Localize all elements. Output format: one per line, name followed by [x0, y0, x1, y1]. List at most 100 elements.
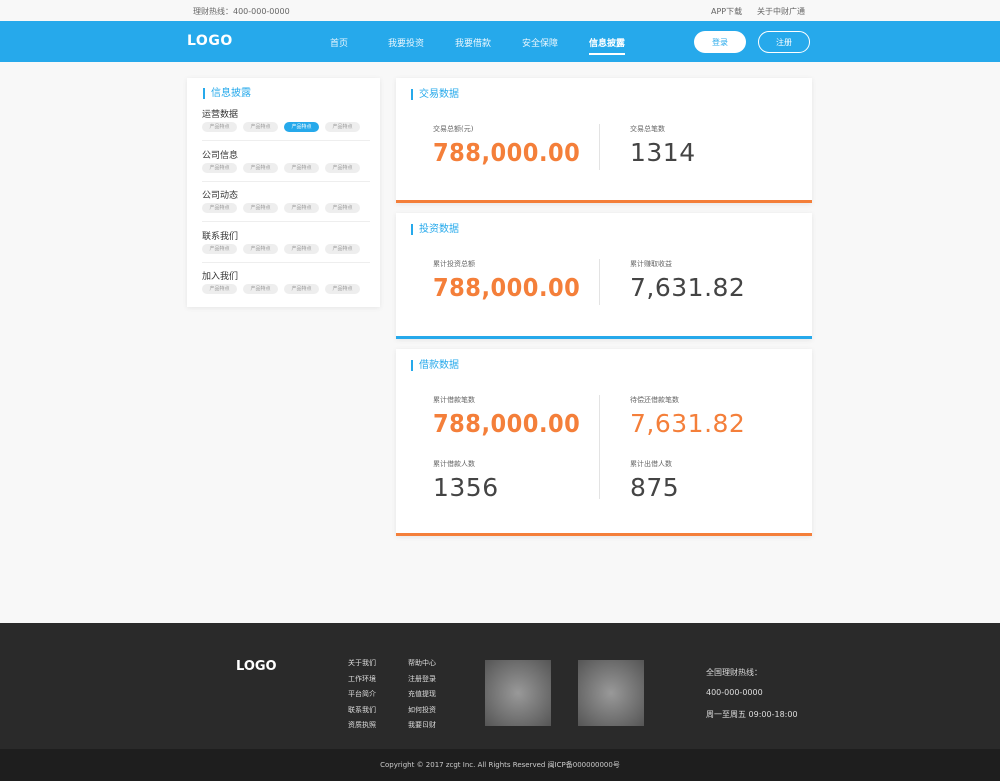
sidebar-group-join: 加入我们 产品特点 产品特点 产品特点 产品特点	[202, 269, 370, 294]
card-title: 交易数据	[411, 89, 459, 100]
stat-value: 788,000.00	[433, 409, 581, 438]
tag-chip[interactable]: 产品特点	[243, 163, 278, 173]
tag-chip[interactable]: 产品特点	[202, 203, 237, 213]
group-title[interactable]: 运营数据	[202, 107, 370, 120]
tag-chip[interactable]: 产品特点	[284, 163, 319, 173]
nav-security[interactable]: 安全保障	[522, 36, 558, 49]
footer-link-finance[interactable]: 我要ㄖ财	[408, 720, 436, 730]
accent-bar	[396, 336, 812, 339]
nav-invest[interactable]: 我要投资	[388, 36, 424, 49]
tag-chip[interactable]: 产品特点	[325, 163, 360, 173]
sidebar-group-contact: 联系我们 产品特点 产品特点 产品特点 产品特点	[202, 229, 370, 254]
stat-borrower-count: 累计借款人数 1356	[433, 459, 499, 502]
nav-home[interactable]: 首页	[330, 36, 348, 49]
about-link[interactable]: 关于中财广通	[757, 6, 805, 17]
qr-code-image	[485, 660, 551, 726]
nav-disclosure[interactable]: 信息披露	[589, 36, 626, 55]
tag-chip[interactable]: 产品特点	[202, 284, 237, 294]
stat-invest-total: 累计投资总额 788,000.00	[433, 259, 580, 302]
stat-label: 交易总笔数	[630, 125, 665, 133]
tag-chip[interactable]: 产品特点	[243, 122, 278, 132]
divider	[599, 395, 600, 499]
footer: LOGO 关于我们 工作环境 平台简介 联系我们 资质执照 帮助中心 注册登录 …	[0, 623, 1000, 749]
footer-link-license[interactable]: 资质执照	[348, 720, 376, 730]
card-title: 投资数据	[411, 224, 459, 235]
footer-link-login[interactable]: 注册登录	[408, 674, 436, 684]
sidebar-group-company-info: 公司信息 产品特点 产品特点 产品特点 产品特点	[202, 148, 370, 173]
divider	[599, 124, 600, 170]
group-title[interactable]: 公司动态	[202, 188, 370, 201]
footer-link-how-invest[interactable]: 如何投资	[408, 705, 436, 715]
tag-chip[interactable]: 产品特点	[284, 203, 319, 213]
tag-chip[interactable]: 产品特点	[202, 122, 237, 132]
tag-chip[interactable]: 产品特点	[243, 244, 278, 254]
hotline-text: 理财热线：400-000-0000	[193, 7, 290, 16]
stat-value: 788,000.00	[433, 273, 581, 302]
stat-lender-count: 累计出借人数 875	[630, 459, 679, 502]
login-button[interactable]: 登录	[694, 31, 746, 53]
tag-chip[interactable]: 产品特点	[325, 244, 360, 254]
sidebar-group-company-news: 公司动态 产品特点 产品特点 产品特点 产品特点	[202, 188, 370, 213]
tag-chip[interactable]: 产品特点	[284, 284, 319, 294]
disclosure-sidebar: 信息披露 运营数据 产品特点 产品特点 产品特点 产品特点 公司信息 产品特点 …	[187, 78, 380, 307]
stat-value: 1314	[630, 138, 696, 167]
footer-logo[interactable]: LOGO	[236, 659, 277, 674]
tag-chip[interactable]: 产品特点	[325, 284, 360, 294]
tag-chip[interactable]: 产品特点	[325, 203, 360, 213]
logo[interactable]: LOGO	[187, 33, 233, 49]
tag-chip[interactable]: 产品特点	[325, 122, 360, 132]
stat-loan-outstanding: 待偿还借款笔数 7,631.82	[630, 395, 745, 438]
stat-loan-count: 累计借款笔数 788,000.00	[433, 395, 580, 438]
divider	[202, 221, 370, 222]
footer-link-about[interactable]: 关于我们	[348, 658, 376, 668]
trade-data-card: 交易数据 交易总额(元) 788,000.00 交易总笔数 1314	[396, 78, 812, 203]
footer-link-recharge[interactable]: 充值提现	[408, 689, 436, 699]
stat-label: 累计投资总额	[433, 260, 475, 268]
tag-chip[interactable]: 产品特点	[284, 244, 319, 254]
stat-trade-count: 交易总笔数 1314	[630, 124, 696, 167]
stat-value: 875	[630, 473, 680, 502]
app-download-link[interactable]: APP下载	[711, 6, 742, 17]
main-nav: LOGO 首页 我要投资 我要借款 安全保障 信息披露 登录 注册	[0, 21, 1000, 62]
stat-value: 7,631.82	[630, 409, 746, 438]
divider	[599, 259, 600, 305]
invest-data-card: 投资数据 累计投资总额 788,000.00 累计赚取收益 7,631.82	[396, 213, 812, 339]
accent-bar	[396, 200, 812, 203]
sidebar-group-operations: 运营数据 产品特点 产品特点 产品特点 产品特点	[202, 107, 370, 132]
tag-chip-active[interactable]: 产品特点	[284, 122, 319, 132]
group-title[interactable]: 加入我们	[202, 269, 370, 282]
nav-borrow[interactable]: 我要借款	[455, 36, 491, 49]
tag-chip[interactable]: 产品特点	[202, 244, 237, 254]
divider	[202, 262, 370, 263]
copyright: Copyright © 2017 zcgt Inc. All Rights Re…	[0, 749, 1000, 781]
footer-link-platform[interactable]: 平台简介	[348, 689, 376, 699]
divider	[202, 140, 370, 141]
stat-invest-earnings: 累计赚取收益 7,631.82	[630, 259, 745, 302]
stat-value: 1356	[433, 473, 499, 502]
qr-code-image	[578, 660, 644, 726]
hotline-label: 全国理财热线：	[706, 668, 762, 677]
divider	[202, 181, 370, 182]
register-button[interactable]: 注册	[758, 31, 810, 53]
tag-chip[interactable]: 产品特点	[243, 203, 278, 213]
footer-link-help[interactable]: 帮助中心	[408, 658, 436, 668]
stat-label: 累计出借人数	[630, 460, 672, 468]
sidebar-title: 信息披露	[203, 88, 251, 99]
accent-bar	[396, 533, 812, 536]
footer-link-contact[interactable]: 联系我们	[348, 705, 376, 715]
loan-data-card: 借款数据 累计借款笔数 788,000.00 待偿还借款笔数 7,631.82 …	[396, 349, 812, 536]
footer-link-environment[interactable]: 工作环境	[348, 674, 376, 684]
top-bar: 理财热线：400-000-0000 APP下载 关于中财广通	[0, 0, 1000, 21]
stat-label: 交易总额(元)	[433, 125, 474, 133]
card-title: 借款数据	[411, 360, 459, 371]
group-title[interactable]: 联系我们	[202, 229, 370, 242]
stat-label: 累计赚取收益	[630, 260, 672, 268]
service-hours: 周一至周五 09:00-18:00	[706, 710, 798, 719]
stat-trade-total: 交易总额(元) 788,000.00	[433, 124, 580, 167]
group-title[interactable]: 公司信息	[202, 148, 370, 161]
stat-label: 累计借款笔数	[433, 396, 475, 404]
tag-chip[interactable]: 产品特点	[202, 163, 237, 173]
stat-value: 788,000.00	[433, 138, 581, 167]
hotline-number: 400-000-0000	[706, 688, 763, 697]
tag-chip[interactable]: 产品特点	[243, 284, 278, 294]
